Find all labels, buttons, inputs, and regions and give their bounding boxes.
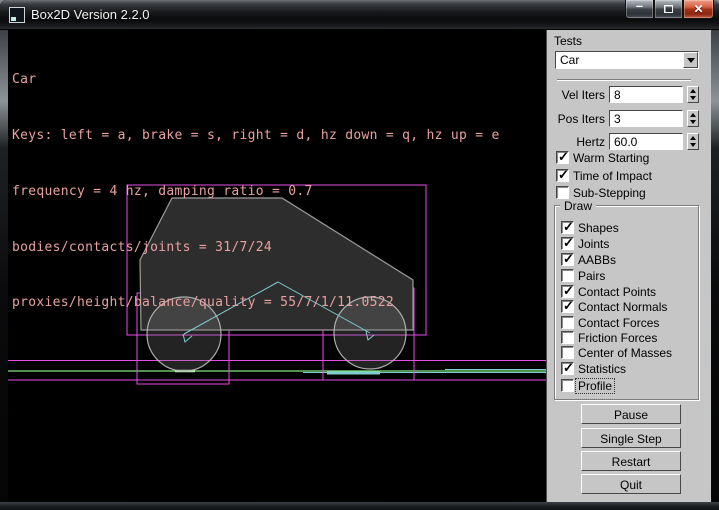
- spinner-down-button[interactable]: [688, 95, 698, 103]
- single-step-button[interactable]: Single Step: [581, 428, 681, 448]
- stats-line-keys: Keys: left = a, brake = s, right = d, hz…: [12, 127, 500, 146]
- stats-line-bodies: bodies/contacts/joints = 31/7/24: [12, 239, 500, 258]
- minimize-button[interactable]: –: [625, 0, 654, 19]
- maximize-button[interactable]: [654, 0, 683, 19]
- draw-group-title: Draw: [560, 199, 596, 213]
- pause-button[interactable]: Pause: [581, 404, 681, 424]
- check-icon: ✓: [558, 149, 569, 165]
- check-icon: ✓: [563, 283, 574, 299]
- vel-iters-spinner: Vel Iters 8: [547, 86, 712, 103]
- hertz-label: Hertz: [547, 135, 605, 149]
- close-button[interactable]: ✕: [683, 0, 714, 19]
- arrow-down-icon: [690, 120, 696, 124]
- separator: [557, 79, 691, 81]
- arrow-down-icon: [690, 96, 696, 100]
- check-icon: ✓: [563, 298, 574, 314]
- tests-dropdown-button[interactable]: [683, 52, 698, 68]
- tests-dropdown-value: Car: [556, 52, 683, 68]
- debug-stats-text: Car Keys: left = a, brake = s, right = d…: [12, 34, 500, 350]
- stats-line-test-name: Car: [12, 71, 500, 90]
- hertz-spinner: Hertz 60.0: [547, 133, 712, 150]
- window-border-left: [0, 30, 8, 502]
- app-window: Box2D Version 2.2.0 – ✕: [0, 0, 719, 510]
- check-icon: ✓: [563, 251, 574, 267]
- vel-iters-input[interactable]: 8: [609, 86, 683, 103]
- maximize-icon: [664, 5, 673, 13]
- spinner-down-button[interactable]: [688, 119, 698, 127]
- window-controls: – ✕: [625, 0, 714, 19]
- arrow-down-icon: [690, 143, 696, 147]
- control-panel: Tests Car Vel Iters 8 Pos Iters 3: [546, 30, 711, 502]
- tests-label: Tests: [554, 34, 582, 48]
- pos-iters-label: Pos Iters: [547, 112, 605, 126]
- spinner-up-button[interactable]: [688, 87, 698, 95]
- spinner-up-button[interactable]: [688, 111, 698, 119]
- arrow-up-icon: [690, 113, 696, 117]
- arrow-up-icon: [690, 136, 696, 140]
- close-icon: ✕: [693, 2, 703, 16]
- hertz-input[interactable]: 60.0: [609, 133, 683, 150]
- pos-iters-spinner: Pos Iters 3: [547, 110, 712, 127]
- vel-iters-label: Vel Iters: [547, 88, 605, 102]
- window-border-right: [711, 30, 719, 502]
- check-icon: ✓: [563, 360, 574, 376]
- check-icon: ✓: [563, 235, 574, 251]
- tests-dropdown[interactable]: Car: [555, 51, 699, 69]
- check-icon: ✓: [563, 219, 574, 235]
- spinner-down-button[interactable]: [688, 142, 698, 150]
- simulation-canvas[interactable]: Car Keys: left = a, brake = s, right = d…: [8, 30, 546, 502]
- window-title: Box2D Version 2.2.0: [31, 7, 150, 22]
- pos-iters-input[interactable]: 3: [609, 110, 683, 127]
- vel-iters-arrows: [687, 86, 699, 103]
- quit-button[interactable]: Quit: [581, 474, 681, 494]
- stats-line-proxies: proxies/height/balance/quality = 55/7/1/…: [12, 294, 500, 313]
- spinner-up-button[interactable]: [688, 134, 698, 142]
- minimize-icon: –: [636, 2, 643, 10]
- chevron-down-icon: [687, 58, 695, 63]
- title-bar[interactable]: Box2D Version 2.2.0 – ✕: [0, 0, 719, 30]
- hertz-arrows: [687, 133, 699, 150]
- window-border-bottom: [0, 502, 719, 510]
- restart-button[interactable]: Restart: [581, 451, 681, 471]
- stats-line-frequency: frequency = 4 hz, damping ratio = 0.7: [12, 183, 500, 202]
- app-icon: [9, 7, 25, 23]
- arrow-up-icon: [690, 89, 696, 93]
- pos-iters-arrows: [687, 110, 699, 127]
- check-icon: ✓: [558, 167, 569, 183]
